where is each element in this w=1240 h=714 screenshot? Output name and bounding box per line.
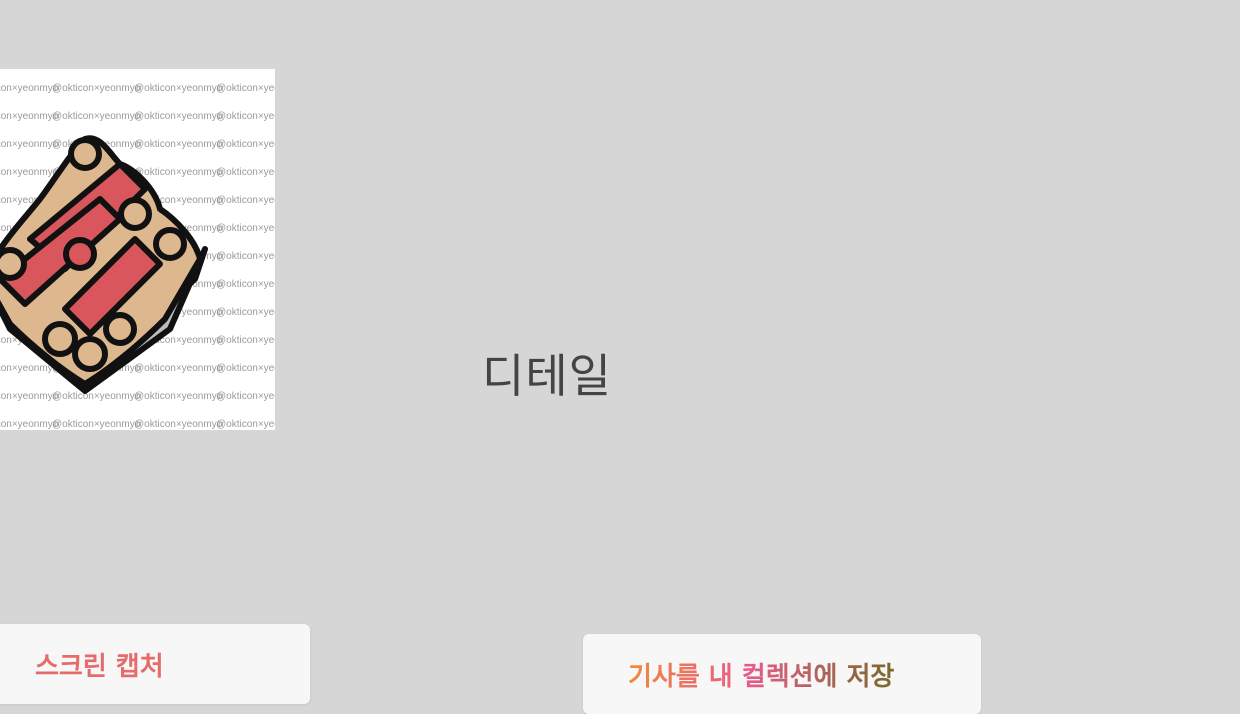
watermark-text: @okticon×yeonmyo [52,83,141,94]
watermark-text: @okticon×yeonmyo [216,363,275,374]
watermark-text: @okticon×yeonmyo [216,111,275,122]
watermark-text: @okticon×yeonmyo [0,419,59,430]
watermark-text: @okticon×yeonmyo [216,139,275,150]
watermark-text: @okticon×yeonmyo [216,391,275,402]
watermark-text: @okticon×yeonmyo [216,419,275,430]
watermark-text: @okticon×yeonmyo [216,251,275,262]
watermark-row: @okticon×yeonmyo@okticon×yeonmyo@okticon… [0,411,275,430]
save-to-collection-title: 기사를 내 컬렉션에 저장 [628,656,894,693]
watermark-row: @okticon×yeonmyo@okticon×yeonmyo@okticon… [0,75,275,103]
detail-label: 디테일 [482,349,612,403]
watermark-text: @okticon×yeonmyo [134,83,223,94]
watermark-text: @okticon×yeonmyo [216,307,275,318]
watermark-text: @okticon×yeonmyo [0,111,59,122]
watermark-text: @okticon×yeonmyo [216,279,275,290]
watermark-text: @okticon×yeonmyo [52,419,141,430]
watermark-text: @okticon×yeonmyo [216,195,275,206]
watermark-text: @okticon×yeonmyo [216,335,275,346]
sushi-sticker-icon [0,135,208,394]
save-to-collection-card[interactable]: 기사를 내 컬렉션에 저장 [583,634,981,714]
watermark-text: @okticon×yeonmyo [52,111,141,122]
watermark-text: @okticon×yeonmyo [134,419,223,430]
watermark-row: @okticon×yeonmyo@okticon×yeonmyo@okticon… [0,103,275,131]
screen-capture-title: 스크린 캡처 [35,652,164,682]
watermark-text: @okticon×yeonmyo [134,111,223,122]
sticker-thumbnail[interactable]: @okticon×yeonmyo@okticon×yeonmyo@okticon… [0,69,275,430]
watermark-text: @okticon×yeonmyo [216,167,275,178]
watermark-text: @okticon×yeonmyo [0,83,59,94]
screen-capture-card[interactable]: 스크린 캡처 [0,624,310,704]
watermark-text: @okticon×yeonmyo [216,223,275,234]
watermark-text: @okticon×yeonmyo [216,83,275,94]
